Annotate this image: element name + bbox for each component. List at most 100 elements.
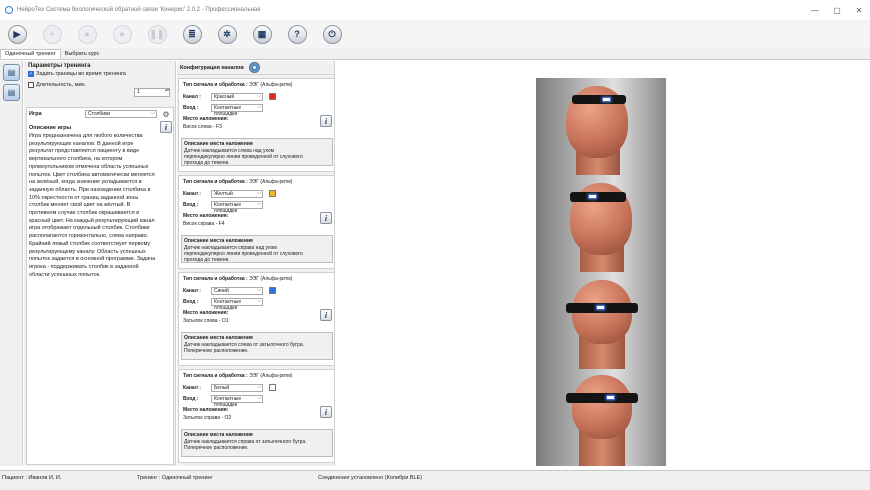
settings-button[interactable]: ✲ [215, 22, 239, 46]
signal-type: Тип сигнала и обработка : ЭЭГ (Альфа-рит… [183, 373, 292, 379]
tab-single-training[interactable]: Одиночный тренинг [0, 49, 61, 59]
place-label: Место наложения: [183, 310, 229, 316]
help-button[interactable]: ? [285, 22, 309, 46]
place-description-box: Описание места наложения Датчик накладыва… [181, 138, 333, 166]
head-shape [572, 375, 632, 439]
channel-info-button[interactable]: i [320, 212, 332, 224]
add-button[interactable]: + [40, 22, 64, 46]
start-button[interactable]: ▶ [5, 22, 29, 46]
status-bar: Пациент : Иванов И. И. Тренинг : Одиночн… [0, 470, 870, 490]
input-select[interactable]: Контактные площадки [211, 104, 263, 117]
close-button[interactable]: ✕ [848, 0, 870, 20]
game-select[interactable]: Столбики [85, 110, 157, 118]
maximize-button[interactable]: ▢ [826, 0, 848, 20]
channel-label: Канал : [183, 191, 201, 197]
pause-icon: ❚❚ [147, 24, 167, 44]
signal-type-label: Тип сигнала и обработка : [183, 82, 248, 88]
place-description-box: Описание места наложения Датчик накладыва… [181, 332, 333, 360]
input-select[interactable]: Контактные площадки [211, 298, 263, 311]
channel-color-swatch[interactable] [269, 287, 276, 294]
place-value: Затылок слева - O1 [183, 318, 229, 324]
place-description-box: Описание места наложения Датчик накладыва… [181, 429, 333, 457]
signal-type: Тип сигнала и обработка : ЭЭГ (Альфа-рит… [183, 82, 292, 88]
status-patient: Пациент : Иванов И. И. [2, 475, 62, 481]
place-description-text: Датчик накладывается слева над ухом перп… [184, 148, 303, 166]
place-description-title: Описание места наложения [184, 335, 253, 341]
channel-label: Канал : [183, 385, 201, 391]
help-icon: ? [287, 24, 307, 44]
place-value: Затылок справа - O2 [183, 415, 232, 421]
status-connection: Соединение установлено (Колибри BLE) [318, 475, 423, 481]
channel-info-button[interactable]: i [320, 115, 332, 127]
channel-info-button[interactable]: i [320, 309, 332, 321]
power-button[interactable]: ⏻ [320, 22, 344, 46]
record-icon: ● [112, 24, 132, 44]
headband [572, 95, 626, 104]
signal-type-value: ЭЭГ (Альфа-ритм) [249, 179, 293, 185]
signal-type-value: ЭЭГ (Альфа-ритм) [249, 82, 293, 88]
input-label: Вход : [183, 396, 199, 402]
place-label: Место наложения: [183, 213, 229, 219]
set-bounds-checkbox[interactable]: ✓ Задать границы во время тренинга [28, 71, 175, 77]
channel-label: Канал : [183, 94, 201, 100]
place-description-title: Описание места наложения [184, 432, 253, 438]
channel-config-3: Тип сигнала и обработка : ЭЭГ (Альфа-рит… [178, 272, 335, 366]
game-description: Игра предназначена для любого количества… [29, 133, 156, 278]
channel-info-button[interactable]: i [320, 406, 332, 418]
sensor-icon [588, 194, 597, 199]
channel-label: Канал : [183, 288, 201, 294]
add-icon: + [42, 24, 62, 44]
channel-select[interactable]: Синий [211, 287, 263, 295]
channel-config-gear-icon[interactable] [248, 62, 260, 73]
status-training: Тренинг : Одиночный тренинг [137, 475, 213, 481]
pause-button[interactable]: ❚❚ [145, 22, 169, 46]
place-description-title: Описание места наложения [184, 238, 253, 244]
session-db-icon[interactable]: ▤ [3, 84, 20, 101]
patient-db-icon[interactable]: ▤ [3, 64, 20, 81]
training-params-title: Параметры тренинга [28, 63, 91, 69]
channel-color-swatch[interactable] [269, 384, 276, 391]
training-params-panel: Параметры тренинга ✓ Задать границы во в… [24, 61, 176, 466]
input-label: Вход : [183, 105, 199, 111]
sensor-icon [606, 395, 615, 400]
place-description-text: Датчик накладывается справа над ухом пер… [184, 245, 303, 263]
window-title: НейроТех Система биологической обратной … [17, 7, 261, 13]
input-select[interactable]: Контактные площадки [211, 395, 263, 408]
channel-color-swatch[interactable] [269, 93, 276, 100]
game-info-button[interactable]: i [160, 121, 172, 133]
duration-stepper[interactable]: 1 [134, 88, 170, 97]
minimize-button[interactable]: — [804, 0, 826, 20]
gear-icon: ✲ [217, 24, 237, 44]
set-bounds-label: Задать границы во время тренинга [36, 71, 126, 77]
input-label: Вход : [183, 299, 199, 305]
tab-select-course[interactable]: Выбрать курс [61, 50, 104, 59]
record-button[interactable]: ● [110, 22, 134, 46]
signal-type-label: Тип сигнала и обработка : [183, 276, 248, 282]
channel-select[interactable]: Белый [211, 384, 263, 392]
channel-select[interactable]: Желтый [211, 190, 263, 198]
place-label: Место наложения: [183, 407, 229, 413]
game-desc-title: Описание игры [29, 125, 72, 131]
database-button[interactable]: ≣ [180, 22, 204, 46]
signal-type-value: ЭЭГ (Альфа-ритм) [249, 276, 293, 282]
statistics-button[interactable]: ▦ [250, 22, 274, 46]
channel-color-swatch[interactable] [269, 190, 276, 197]
place-description-text: Датчик накладывается слева от затылочног… [184, 342, 305, 354]
game-settings-icon[interactable]: ⚙ [161, 109, 171, 119]
pause-circle-button[interactable]: ● [75, 22, 99, 46]
headband [566, 393, 638, 403]
channels-title: Конфигурация каналов [180, 64, 244, 71]
input-select[interactable]: Контактные площадки [211, 201, 263, 214]
channel-config-4: Тип сигнала и обработка : ЭЭГ (Альфа-рит… [178, 369, 335, 463]
sensor-icon [596, 305, 605, 310]
signal-type-value: ЭЭГ (Альфа-ритм) [249, 373, 293, 379]
channel-select[interactable]: Красный [211, 93, 263, 101]
power-icon: ⏻ [322, 24, 342, 44]
channels-header: Конфигурация каналов [177, 61, 334, 75]
signal-type-label: Тип сигнала и обработка : [183, 179, 248, 185]
place-description-text: Датчик накладывается справа от затылочно… [184, 439, 307, 451]
game-label: Игра [29, 111, 42, 117]
app-logo-icon [5, 6, 13, 14]
electrode-placement-images [536, 78, 666, 468]
checkbox-unchecked-icon [28, 82, 34, 88]
